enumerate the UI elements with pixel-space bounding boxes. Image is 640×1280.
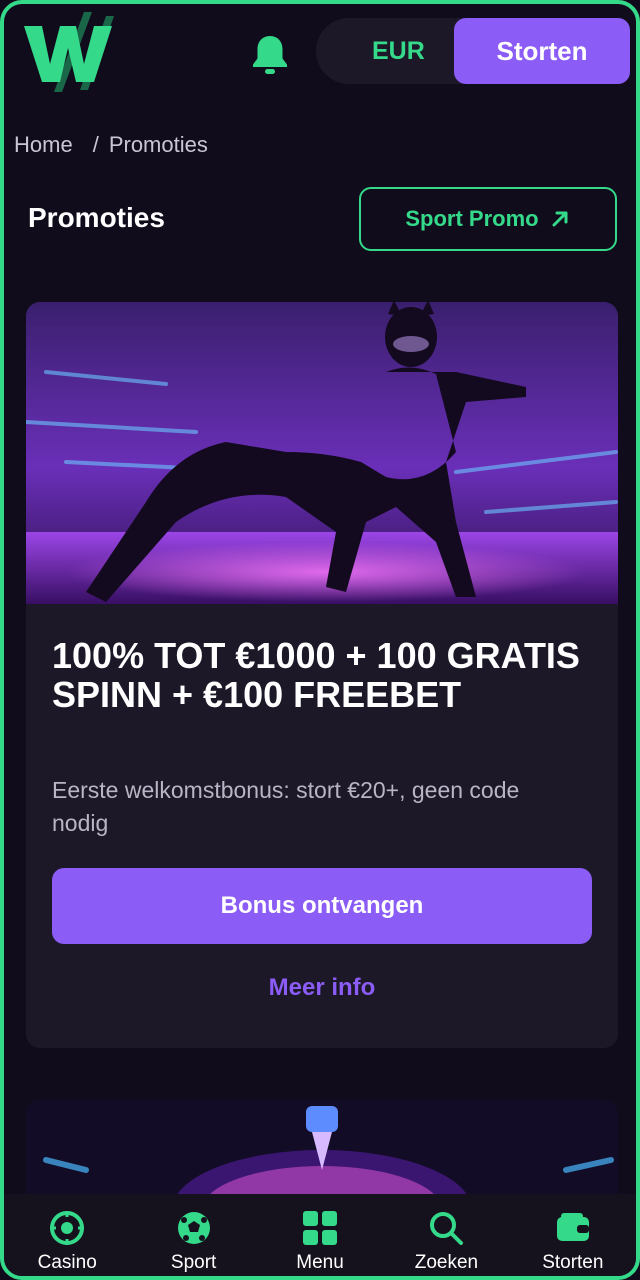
sport-promo-label: Sport Promo (405, 206, 539, 231)
bottom-navigation: Casino Sport Menu Zoeken Storten (4, 1194, 636, 1276)
breadcrumb: Home / Promoties (14, 132, 218, 158)
nav-deposit-label: Storten (542, 1252, 604, 1273)
search-icon (430, 1212, 464, 1245)
nav-casino-label: Casino (37, 1252, 97, 1273)
wallet-icon (556, 1213, 589, 1241)
app-frame: EUR Storten Home / Promoties Promoties Spo… (0, 0, 640, 1280)
nav-menu-label: Menu (296, 1252, 344, 1273)
nav-search[interactable]: Zoeken (383, 1194, 509, 1276)
promo-card: 100% TOT €1000 + 100 GRATIS SPINN + €100… (26, 302, 618, 1048)
nav-casino[interactable]: Casino (4, 1194, 130, 1276)
breadcrumb-home[interactable]: Home (14, 132, 73, 157)
more-info-link[interactable]: Meer info (26, 974, 618, 1002)
promo-description: Eerste welkomstbonus: stort €20+, geen c… (52, 777, 520, 836)
grid-menu-icon (303, 1211, 338, 1245)
promo-banner-image (26, 302, 618, 604)
nav-menu[interactable]: Menu (257, 1194, 383, 1276)
casino-chip-icon (50, 1211, 85, 1245)
promo-title: 100% TOT €1000 + 100 GRATIS SPINN + €100… (52, 635, 580, 715)
currency-deposit-group: EUR Storten (316, 18, 630, 84)
nav-deposit[interactable]: Storten (510, 1194, 636, 1276)
soccer-ball-icon (177, 1212, 210, 1244)
currency-selector[interactable]: EUR (372, 18, 425, 84)
deposit-button[interactable]: Storten (454, 18, 630, 84)
brand-logo[interactable] (22, 12, 122, 92)
nav-sport-label: Sport (170, 1252, 217, 1273)
breadcrumb-current: Promoties (108, 132, 208, 157)
sport-promo-button[interactable]: Sport Promo (359, 187, 617, 251)
notification-bell-icon[interactable] (247, 32, 293, 78)
page-title: Promoties (28, 202, 165, 233)
claim-bonus-button[interactable]: Bonus ontvangen (52, 868, 592, 944)
top-header: EUR Storten (4, 4, 636, 104)
breadcrumb-separator: / (92, 132, 99, 157)
arrow-up-right-icon (552, 211, 568, 227)
nav-sport[interactable]: Sport (130, 1194, 256, 1276)
nav-search-label: Zoeken (414, 1252, 479, 1273)
